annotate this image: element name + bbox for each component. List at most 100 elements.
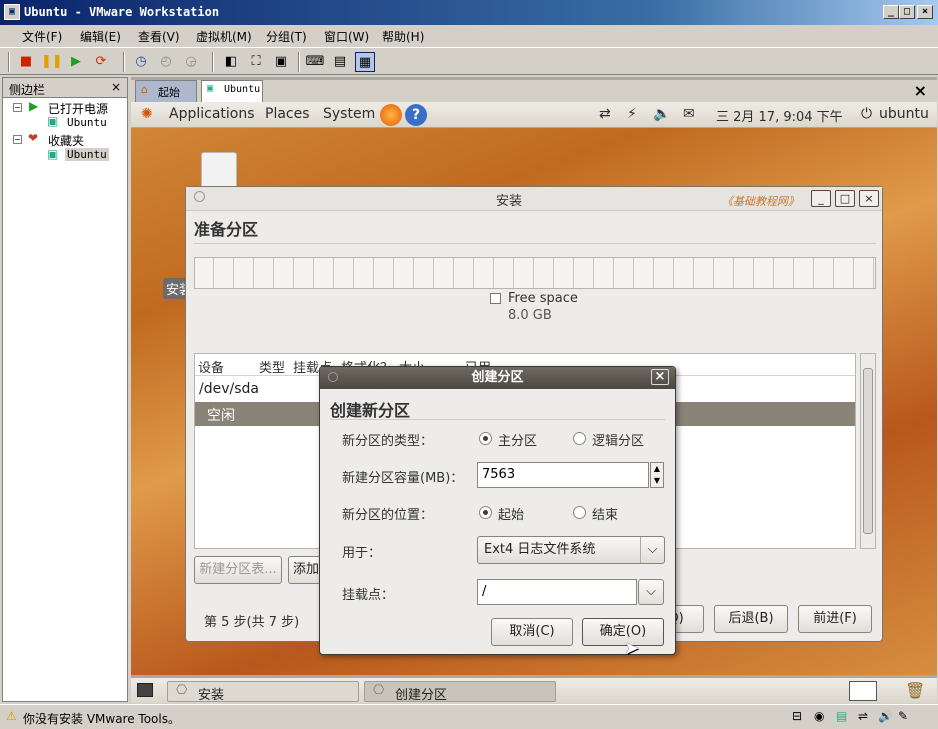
workspace-switcher[interactable]	[849, 681, 877, 701]
menu-applications[interactable]: Applications	[169, 106, 255, 122]
messages-icon[interactable]: ✎	[898, 709, 908, 723]
console-icon[interactable]: ⌨	[305, 52, 325, 72]
tab-ubuntu-label: Ubuntu	[224, 84, 261, 95]
dialog-close-button[interactable]: ×	[651, 369, 669, 385]
taskbar-item-installer[interactable]: ⎔ 安装	[167, 681, 359, 703]
sidebar-title: 侧边栏	[9, 83, 46, 97]
tab-home[interactable]: ⌂ 起始页	[135, 80, 197, 115]
snapshot-icon[interactable]: ◷	[131, 52, 151, 72]
pause-icon[interactable]: ❚❚	[41, 52, 63, 72]
sidebar-item-vm-favorite[interactable]: Ubuntu	[65, 148, 109, 161]
quick-switch-icon[interactable]: ▣	[271, 52, 291, 72]
menu-group[interactable]: 分组(T)	[266, 28, 307, 45]
size-spin-button[interactable]: ▲ ▼	[650, 462, 664, 488]
radio-end-label[interactable]: 结束	[592, 504, 618, 523]
col-type[interactable]: 类型	[259, 357, 285, 376]
unity-icon[interactable]: ▤	[330, 52, 350, 72]
installer-heading: 准备分区	[194, 220, 259, 239]
help-icon[interactable]: ?	[405, 104, 427, 126]
forward-button[interactable]: 前进(F)	[798, 605, 872, 633]
sound-icon[interactable]: 🔊	[878, 709, 893, 723]
window-titlebar: ▣ Ubuntu - VMware Workstation _ □ ×	[0, 0, 938, 25]
radio-end[interactable]	[573, 506, 586, 519]
mount-label: 挂载点：	[342, 588, 395, 603]
installer-maximize-button[interactable]: □	[835, 190, 855, 207]
cancel-button[interactable]: 取消(C)	[491, 618, 573, 646]
radio-logical-label[interactable]: 逻辑分区	[592, 430, 644, 449]
size-input[interactable]: 7563	[477, 462, 649, 488]
dialog-title: 创建分区	[471, 370, 524, 385]
stop-icon[interactable]: ■	[16, 52, 36, 72]
cdrom-icon[interactable]: ◉	[814, 709, 824, 723]
menu-places[interactable]: Places	[265, 106, 310, 122]
menu-vm[interactable]: 虚拟机(M)	[196, 28, 252, 45]
reset-icon[interactable]: ⟳	[91, 52, 111, 72]
vm-icon: ▣	[47, 147, 59, 161]
vm-icon: ▣	[47, 114, 59, 128]
col-device[interactable]: 设备	[198, 357, 224, 376]
network-adapter-icon[interactable]: ▤	[836, 709, 847, 723]
sidebar-close-icon[interactable]: ×	[111, 80, 121, 94]
installer-close-button[interactable]: ×	[859, 190, 879, 207]
menu-system[interactable]: System	[323, 106, 375, 122]
mount-input[interactable]: /	[477, 579, 637, 605]
list-scrollbar[interactable]	[860, 353, 876, 549]
radio-primary[interactable]	[479, 432, 492, 445]
user-name[interactable]: ubuntu	[879, 106, 929, 122]
dialog-titlebar: 创建分区 ×	[320, 367, 675, 389]
taskbar-item-create-partition[interactable]: ⎔ 创建分区	[364, 681, 556, 703]
menu-file[interactable]: 文件(F)	[22, 28, 62, 45]
back-button[interactable]: 后退(B)	[714, 605, 788, 633]
menu-edit[interactable]: 编辑(E)	[80, 28, 121, 45]
maximize-button[interactable]: □	[899, 5, 915, 19]
tab-ubuntu[interactable]: ▣ Ubuntu	[201, 80, 263, 102]
filesystem-select[interactable]: Ext4 日志文件系统 ⌵	[477, 536, 665, 564]
volume-icon[interactable]: 🔈	[653, 106, 670, 122]
sidebar-toggle-icon[interactable]: ◧	[221, 52, 241, 72]
new-partition-table-button[interactable]: 新建分区表...	[194, 556, 282, 584]
ok-button[interactable]: 确定(O)	[582, 618, 664, 646]
dialog-heading: 创建新分区	[330, 401, 411, 420]
hdd-icon[interactable]: ⊟	[792, 709, 802, 723]
view-icon[interactable]: ▦	[355, 52, 375, 72]
menu-window[interactable]: 窗口(W)	[324, 28, 369, 45]
network-icon[interactable]: ⇄	[599, 106, 611, 122]
warning-icon: ⚠	[6, 709, 17, 723]
fullscreen-icon[interactable]: ⛶	[246, 52, 266, 72]
snapshot-manager-icon[interactable]: ◶	[181, 52, 201, 72]
gnome-top-panel: ✺ Applications Places System ? ⇄ ⚡ 🔈 ✉ 三…	[131, 102, 937, 128]
taskbar-item-installer-label: 安装	[198, 688, 225, 703]
trash-icon[interactable]: 🗑	[905, 681, 925, 700]
usb-icon[interactable]: ⇌	[858, 709, 868, 723]
clock[interactable]: 三 2月 17, 9:04 下午	[716, 106, 843, 125]
installer-icon: ⎔	[373, 683, 385, 698]
tab-close-icon[interactable]: ×	[914, 81, 927, 100]
mount-dropdown-button[interactable]: ⌵	[638, 579, 664, 605]
minimize-button[interactable]: _	[883, 5, 899, 19]
free-space-label: Free space	[508, 291, 578, 306]
dialog-menu-icon[interactable]	[328, 372, 338, 382]
radio-primary-label[interactable]: 主分区	[498, 430, 537, 449]
firefox-icon[interactable]	[380, 104, 402, 126]
menu-help[interactable]: 帮助(H)	[382, 28, 424, 45]
mail-icon[interactable]: ✉	[683, 106, 695, 122]
gnome-bottom-panel: ⎔ 安装 ⎔ 创建分区 🗑	[131, 677, 937, 703]
collapse-icon[interactable]: −	[13, 103, 22, 112]
radio-logical[interactable]	[573, 432, 586, 445]
filesystem-select-value: Ext4 日志文件系统	[484, 542, 596, 557]
revert-snapshot-icon[interactable]: ◴	[156, 52, 176, 72]
installer-titlebar: 安装 《基础教程网》 _ □ ×	[186, 187, 882, 211]
installer-minimize-button[interactable]: _	[811, 190, 831, 207]
collapse-icon[interactable]: −	[13, 135, 22, 144]
play-icon[interactable]: ▶	[66, 52, 86, 72]
radio-begin[interactable]	[479, 506, 492, 519]
radio-begin-label[interactable]: 起始	[498, 504, 524, 523]
power-icon[interactable]: ⏻	[861, 106, 872, 122]
close-button[interactable]: ×	[917, 5, 933, 19]
free-space-swatch	[490, 293, 501, 304]
menu-view[interactable]: 查看(V)	[138, 28, 180, 45]
show-desktop-icon[interactable]	[137, 683, 153, 697]
step-indicator: 第 5 步(共 7 步)	[204, 615, 300, 630]
sidebar-item-vm[interactable]: Ubuntu	[67, 116, 107, 129]
connection-icon[interactable]: ⚡	[627, 106, 637, 122]
